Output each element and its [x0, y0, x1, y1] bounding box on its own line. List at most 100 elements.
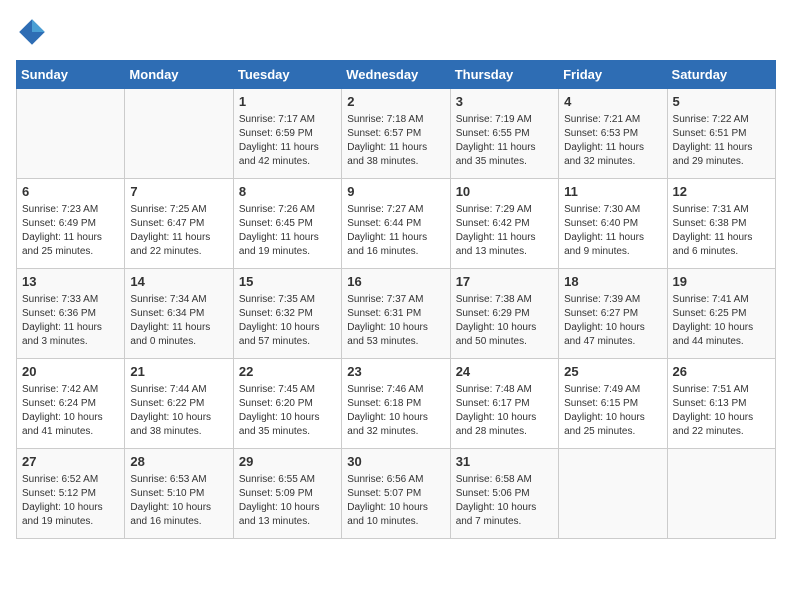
day-number: 14 [130, 273, 227, 291]
day-header-tuesday: Tuesday [233, 61, 341, 89]
day-info: Sunrise: 7:35 AM [239, 293, 336, 307]
day-info: Daylight: 11 hours and 13 minutes. [456, 231, 553, 259]
day-info: Daylight: 10 hours and 10 minutes. [347, 501, 444, 529]
day-info: Sunset: 6:17 PM [456, 397, 553, 411]
day-number: 29 [239, 453, 336, 471]
day-info: Sunrise: 7:48 AM [456, 383, 553, 397]
day-number: 18 [564, 273, 661, 291]
day-info: Daylight: 11 hours and 16 minutes. [347, 231, 444, 259]
day-info: Sunset: 6:15 PM [564, 397, 661, 411]
calendar-cell [559, 449, 667, 539]
day-number: 9 [347, 183, 444, 201]
day-info: Sunset: 6:25 PM [673, 307, 770, 321]
day-info: Daylight: 11 hours and 22 minutes. [130, 231, 227, 259]
day-info: Sunset: 5:09 PM [239, 487, 336, 501]
day-info: Daylight: 10 hours and 38 minutes. [130, 411, 227, 439]
day-number: 27 [22, 453, 119, 471]
day-number: 11 [564, 183, 661, 201]
calendar-cell [17, 89, 125, 179]
day-number: 2 [347, 93, 444, 111]
day-info: Daylight: 10 hours and 41 minutes. [22, 411, 119, 439]
day-info: Sunset: 6:18 PM [347, 397, 444, 411]
day-info: Sunset: 6:29 PM [456, 307, 553, 321]
day-info: Daylight: 10 hours and 32 minutes. [347, 411, 444, 439]
day-info: Sunset: 6:47 PM [130, 217, 227, 231]
day-info: Sunset: 6:31 PM [347, 307, 444, 321]
day-info: Daylight: 11 hours and 32 minutes. [564, 141, 661, 169]
day-info: Sunset: 6:57 PM [347, 127, 444, 141]
day-header-sunday: Sunday [17, 61, 125, 89]
day-info: Sunrise: 7:46 AM [347, 383, 444, 397]
day-number: 4 [564, 93, 661, 111]
day-header-thursday: Thursday [450, 61, 558, 89]
day-number: 30 [347, 453, 444, 471]
day-number: 13 [22, 273, 119, 291]
logo [16, 16, 50, 48]
day-info: Sunset: 6:32 PM [239, 307, 336, 321]
day-info: Daylight: 11 hours and 0 minutes. [130, 321, 227, 349]
day-info: Daylight: 11 hours and 38 minutes. [347, 141, 444, 169]
calendar-cell: 7Sunrise: 7:25 AMSunset: 6:47 PMDaylight… [125, 179, 233, 269]
calendar-cell: 13Sunrise: 7:33 AMSunset: 6:36 PMDayligh… [17, 269, 125, 359]
day-info: Sunrise: 7:26 AM [239, 203, 336, 217]
calendar-cell: 26Sunrise: 7:51 AMSunset: 6:13 PMDayligh… [667, 359, 775, 449]
day-info: Daylight: 10 hours and 44 minutes. [673, 321, 770, 349]
calendar-cell: 28Sunrise: 6:53 AMSunset: 5:10 PMDayligh… [125, 449, 233, 539]
calendar-cell: 5Sunrise: 7:22 AMSunset: 6:51 PMDaylight… [667, 89, 775, 179]
day-info: Sunset: 6:34 PM [130, 307, 227, 321]
day-info: Daylight: 10 hours and 16 minutes. [130, 501, 227, 529]
day-info: Sunrise: 7:41 AM [673, 293, 770, 307]
calendar-week-row: 13Sunrise: 7:33 AMSunset: 6:36 PMDayligh… [17, 269, 776, 359]
day-info: Daylight: 11 hours and 42 minutes. [239, 141, 336, 169]
calendar-cell: 11Sunrise: 7:30 AMSunset: 6:40 PMDayligh… [559, 179, 667, 269]
day-info: Sunrise: 7:29 AM [456, 203, 553, 217]
day-info: Sunset: 6:42 PM [456, 217, 553, 231]
day-number: 22 [239, 363, 336, 381]
day-number: 23 [347, 363, 444, 381]
calendar-cell: 23 Sunrise: 7:46 AMSunset: 6:18 PMDayligh… [342, 359, 450, 449]
day-info: Daylight: 11 hours and 25 minutes. [22, 231, 119, 259]
day-info: Sunrise: 7:22 AM [673, 113, 770, 127]
day-number: 10 [456, 183, 553, 201]
day-header-monday: Monday [125, 61, 233, 89]
day-info: Sunset: 6:44 PM [347, 217, 444, 231]
day-header-friday: Friday [559, 61, 667, 89]
day-number: 17 [456, 273, 553, 291]
day-info: Daylight: 11 hours and 9 minutes. [564, 231, 661, 259]
day-info: Daylight: 11 hours and 6 minutes. [673, 231, 770, 259]
day-info: Daylight: 10 hours and 53 minutes. [347, 321, 444, 349]
day-info: Sunset: 6:24 PM [22, 397, 119, 411]
day-info: Daylight: 10 hours and 35 minutes. [239, 411, 336, 439]
day-info: Daylight: 10 hours and 50 minutes. [456, 321, 553, 349]
day-number: 16 [347, 273, 444, 291]
calendar-cell: 18Sunrise: 7:39 AMSunset: 6:27 PMDayligh… [559, 269, 667, 359]
day-number: 31 [456, 453, 553, 471]
calendar-cell: 6Sunrise: 7:23 AMSunset: 6:49 PMDaylight… [17, 179, 125, 269]
day-info: Daylight: 10 hours and 47 minutes. [564, 321, 661, 349]
calendar-cell: 31Sunrise: 6:58 AMSunset: 5:06 PMDayligh… [450, 449, 558, 539]
day-header-saturday: Saturday [667, 61, 775, 89]
day-info: Daylight: 10 hours and 57 minutes. [239, 321, 336, 349]
day-info: Sunrise: 7:51 AM [673, 383, 770, 397]
day-info: Sunrise: 7:17 AM [239, 113, 336, 127]
day-info: Sunrise: 7:25 AM [130, 203, 227, 217]
calendar-cell: 27Sunrise: 6:52 AMSunset: 5:12 PMDayligh… [17, 449, 125, 539]
day-info: Sunset: 6:40 PM [564, 217, 661, 231]
day-info: Sunset: 6:53 PM [564, 127, 661, 141]
day-info: Daylight: 11 hours and 19 minutes. [239, 231, 336, 259]
day-info: Sunrise: 7:45 AM [239, 383, 336, 397]
day-info: Sunset: 6:36 PM [22, 307, 119, 321]
calendar-header-row: SundayMondayTuesdayWednesdayThursdayFrid… [17, 61, 776, 89]
day-info: Sunrise: 6:58 AM [456, 473, 553, 487]
day-info: Sunrise: 7:39 AM [564, 293, 661, 307]
calendar-cell: 14Sunrise: 7:34 AMSunset: 6:34 PMDayligh… [125, 269, 233, 359]
day-info: Sunrise: 7:27 AM [347, 203, 444, 217]
day-number: 26 [673, 363, 770, 381]
calendar-cell: 24Sunrise: 7:48 AMSunset: 6:17 PMDayligh… [450, 359, 558, 449]
day-info: Sunrise: 7:37 AM [347, 293, 444, 307]
calendar-cell: 21Sunrise: 7:44 AMSunset: 6:22 PMDayligh… [125, 359, 233, 449]
calendar-cell: 2Sunrise: 7:18 AMSunset: 6:57 PMDaylight… [342, 89, 450, 179]
day-info: Sunset: 6:59 PM [239, 127, 336, 141]
day-info: Sunset: 6:55 PM [456, 127, 553, 141]
day-info: Daylight: 10 hours and 25 minutes. [564, 411, 661, 439]
